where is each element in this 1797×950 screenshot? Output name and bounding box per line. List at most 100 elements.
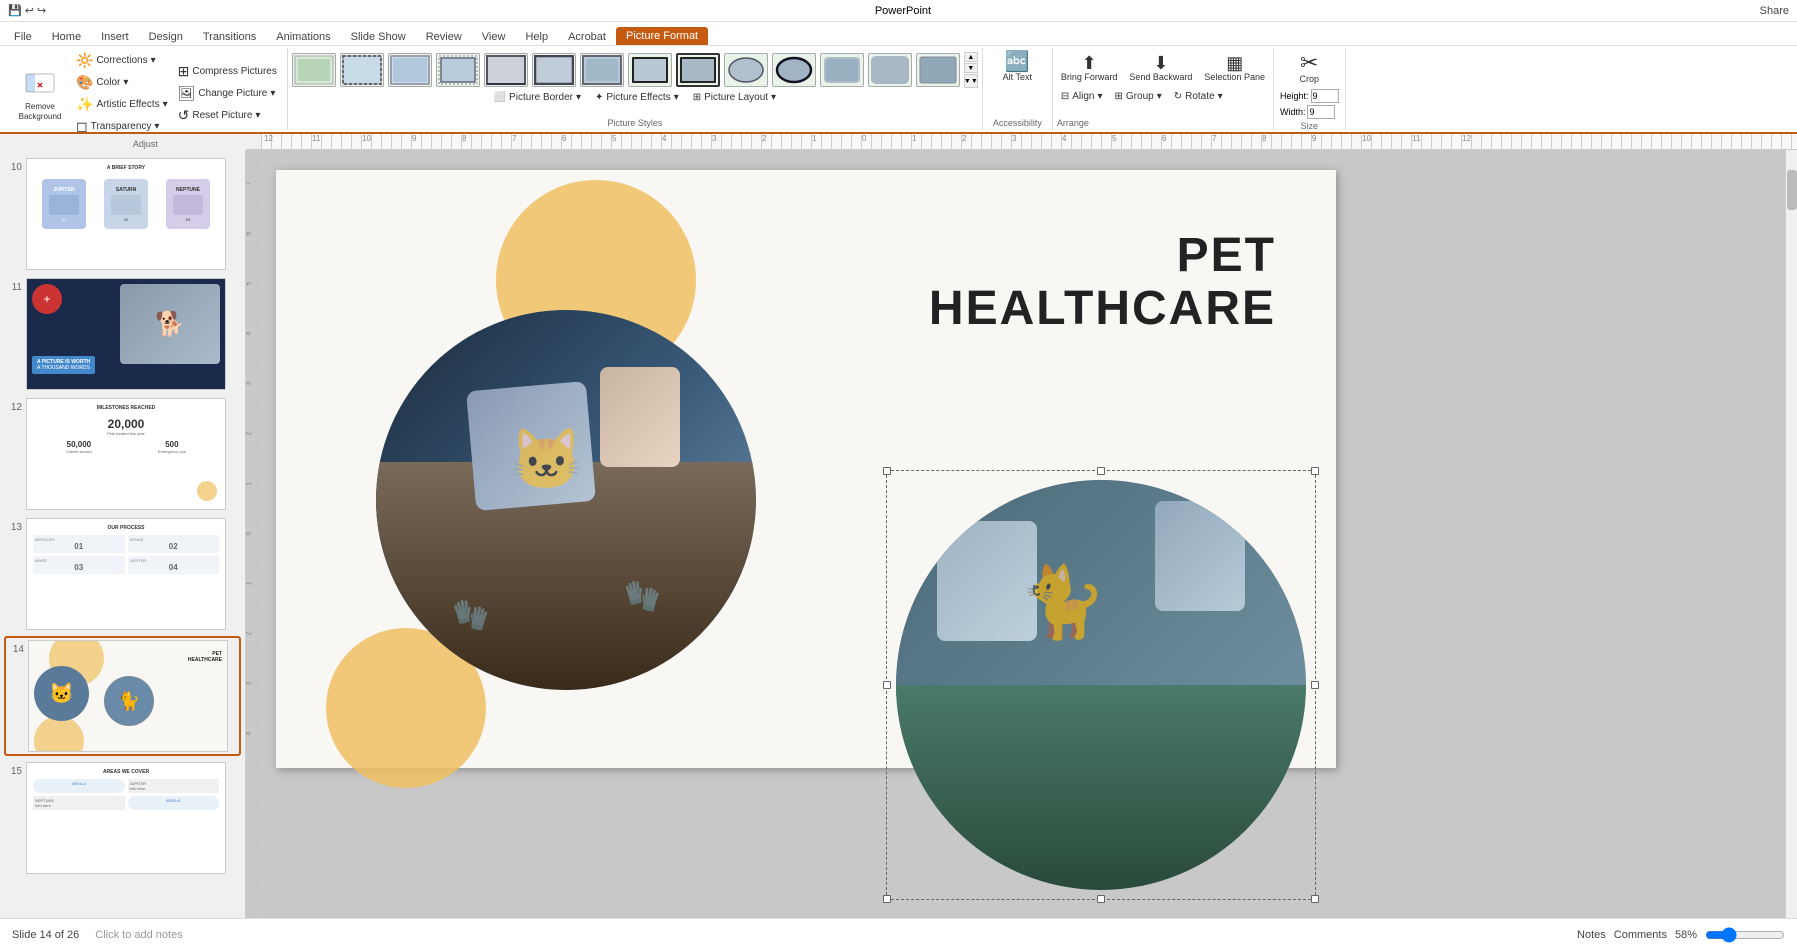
width-row: Width: <box>1280 105 1339 119</box>
zoom-slider[interactable] <box>1705 927 1785 943</box>
style-thumb-5[interactable] <box>484 53 528 87</box>
tab-design[interactable]: Design <box>139 29 193 45</box>
tab-transitions[interactable]: Transitions <box>193 29 266 45</box>
crop-button[interactable]: ✂ Crop <box>1287 50 1331 87</box>
slide-thumb-14[interactable]: PET HEALTHCARE 🐱 🐈 <box>28 640 228 752</box>
status-bar-right: Notes Comments 58% <box>1577 927 1785 943</box>
color-button[interactable]: 🎨 Color ▾ <box>72 72 172 93</box>
share-btn[interactable]: Share <box>1760 5 1789 17</box>
tab-picture-format[interactable]: Picture Format <box>616 27 708 45</box>
handle-br[interactable] <box>1311 895 1319 903</box>
tab-animations[interactable]: Animations <box>266 29 340 45</box>
handle-bl[interactable] <box>883 895 891 903</box>
crop-label: Crop <box>1299 74 1319 85</box>
tab-home[interactable]: Home <box>42 29 91 45</box>
transparency-icon: ◻ <box>76 118 88 135</box>
svg-text:✕: ✕ <box>37 81 44 90</box>
group-button[interactable]: ⊞ Group ▾ <box>1111 89 1166 104</box>
slide-thumb-10[interactable]: A BRIEF STORY JUPITER 01 SATURN 02 <box>26 158 226 270</box>
style-thumb-2[interactable] <box>340 53 384 87</box>
picture-border-button[interactable]: ⬜ Picture Border ▾ <box>490 90 585 105</box>
slide-num-11: 11 <box>6 278 22 293</box>
vertical-scrollbar[interactable] <box>1785 150 1797 918</box>
change-picture-button[interactable]: 🖼 Change Picture ▾ <box>174 83 281 104</box>
style-thumb-8[interactable] <box>628 53 672 87</box>
slide-thumb-11[interactable]: 🐕 A PICTURE IS WORTH A THOUSAND WORDS + <box>26 278 226 390</box>
handle-tl[interactable] <box>883 467 891 475</box>
style-thumb-14[interactable] <box>916 53 960 87</box>
tab-file[interactable]: File <box>4 29 42 45</box>
slide-canvas[interactable]: PET HEALTHCARE 🐱 🧤 🧤 <box>276 170 1336 768</box>
slide-thumb-12[interactable]: MILESTONES REACHED 20,000 Pets treated t… <box>26 398 226 510</box>
corrections-button[interactable]: 🔆 Corrections ▾ <box>72 50 172 71</box>
slide-item-13[interactable]: 13 OUR PROCESS MERCURY 01 VENUS 02 <box>4 516 241 632</box>
style-thumb-3[interactable] <box>388 53 432 87</box>
picture-layout-icon: ⊞ <box>693 92 701 103</box>
style-scroll-up[interactable]: ▲ <box>964 52 978 62</box>
tab-review[interactable]: Review <box>416 29 472 45</box>
style-thumb-6[interactable] <box>532 53 576 87</box>
width-label: Width: <box>1280 107 1306 117</box>
handle-mr[interactable] <box>1311 681 1319 689</box>
photo-circle-right[interactable]: 🐈 🧤 🧤 <box>896 480 1306 890</box>
tab-insert[interactable]: Insert <box>91 29 139 45</box>
notes-button[interactable]: Notes <box>1577 929 1606 941</box>
tab-acrobat[interactable]: Acrobat <box>558 29 616 45</box>
style-thumb-12[interactable] <box>820 53 864 87</box>
compress-pictures-button[interactable]: ⊞ Compress Pictures <box>174 61 281 82</box>
style-scroll-more[interactable]: ▼▼ <box>964 74 978 88</box>
height-input[interactable] <box>1311 89 1339 103</box>
corrections-icon: 🔆 <box>76 52 93 69</box>
align-button[interactable]: ⊟ Align ▾ <box>1057 89 1107 104</box>
style-thumb-10[interactable] <box>724 53 768 87</box>
reset-picture-button[interactable]: ↺ Reset Picture ▾ <box>174 105 281 126</box>
bring-forward-label: Bring Forward <box>1061 72 1118 83</box>
slide-item-12[interactable]: 12 MILESTONES REACHED 20,000 Pets treate… <box>4 396 241 512</box>
tab-slideshow[interactable]: Slide Show <box>341 29 416 45</box>
width-input[interactable] <box>1307 105 1335 119</box>
handle-ml[interactable] <box>883 681 891 689</box>
tab-view[interactable]: View <box>472 29 516 45</box>
ribbon-group-size: ✂ Crop Height: Width: Size <box>1274 48 1346 130</box>
handle-tc[interactable] <box>1097 467 1105 475</box>
style-thumb-9[interactable] <box>676 53 720 87</box>
style-thumb-4[interactable] <box>436 53 480 87</box>
picture-styles-label: Picture Styles <box>607 116 662 128</box>
handle-bc[interactable] <box>1097 895 1105 903</box>
style-thumb-13[interactable] <box>868 53 912 87</box>
slide-item-10[interactable]: 10 A BRIEF STORY JUPITER 01 SATURN 02 <box>4 156 241 272</box>
artistic-effects-button[interactable]: ✨ Artistic Effects ▾ <box>72 94 172 115</box>
selection-pane-button[interactable]: ▦ Selection Pane <box>1200 52 1269 85</box>
slide-item-11[interactable]: 11 🐕 A PICTURE IS WORTH A THOUSAND WORDS… <box>4 276 241 392</box>
size-inputs: Height: Width: <box>1280 89 1339 119</box>
comments-button[interactable]: Comments <box>1614 929 1667 941</box>
height-row: Height: <box>1280 89 1339 103</box>
canvas-area[interactable]: 7 6 5 4 3 2 1 0 1 2 3 4 PET HEALTHCARE <box>246 150 1797 918</box>
bring-forward-button[interactable]: ⬆ Bring Forward <box>1057 52 1122 85</box>
style-thumb-11[interactable] <box>772 53 816 87</box>
status-bar: Slide 14 of 26 Click to add notes Notes … <box>0 918 1797 950</box>
style-thumb-1[interactable] <box>292 53 336 87</box>
picture-effects-button[interactable]: ✦ Picture Effects ▾ <box>591 90 683 105</box>
rotate-button[interactable]: ↻ Rotate ▾ <box>1170 89 1227 104</box>
alt-text-button[interactable]: 🔤 Alt Text <box>992 50 1042 85</box>
slide-item-15[interactable]: 15 AREAS WE COVER AREA A JUPITERInfo her… <box>4 760 241 876</box>
picture-layout-button[interactable]: ⊞ Picture Layout ▾ <box>689 90 780 105</box>
slide-thumb-15[interactable]: AREAS WE COVER AREA A JUPITERInfo here N… <box>26 762 226 874</box>
photo-circle-right-container[interactable]: 🐈 🧤 🧤 <box>886 470 1316 900</box>
remove-background-button[interactable]: ✕ Remove Background <box>10 64 70 123</box>
send-backward-icon: ⬇ <box>1153 54 1168 72</box>
slide-item-14[interactable]: 14 PET HEALTHCARE 🐱 🐈 <box>4 636 241 756</box>
transparency-button[interactable]: ◻ Transparency ▾ <box>72 116 172 137</box>
send-backward-button[interactable]: ⬇ Send Backward <box>1125 52 1196 85</box>
photo-circle-left[interactable]: 🐱 🧤 🧤 <box>376 310 756 690</box>
style-scroll-down[interactable]: ▼ <box>964 63 978 73</box>
handle-tr[interactable] <box>1311 467 1319 475</box>
slide-thumb-13[interactable]: OUR PROCESS MERCURY 01 VENUS 02 MARS 03 <box>26 518 226 630</box>
ruler-corner <box>246 134 262 150</box>
slide-title[interactable]: PET HEALTHCARE <box>929 230 1276 336</box>
thumb-13-title: OUR PROCESS <box>33 525 219 531</box>
tab-help[interactable]: Help <box>515 29 558 45</box>
scrollbar-thumb[interactable] <box>1787 170 1797 210</box>
style-thumb-7[interactable] <box>580 53 624 87</box>
